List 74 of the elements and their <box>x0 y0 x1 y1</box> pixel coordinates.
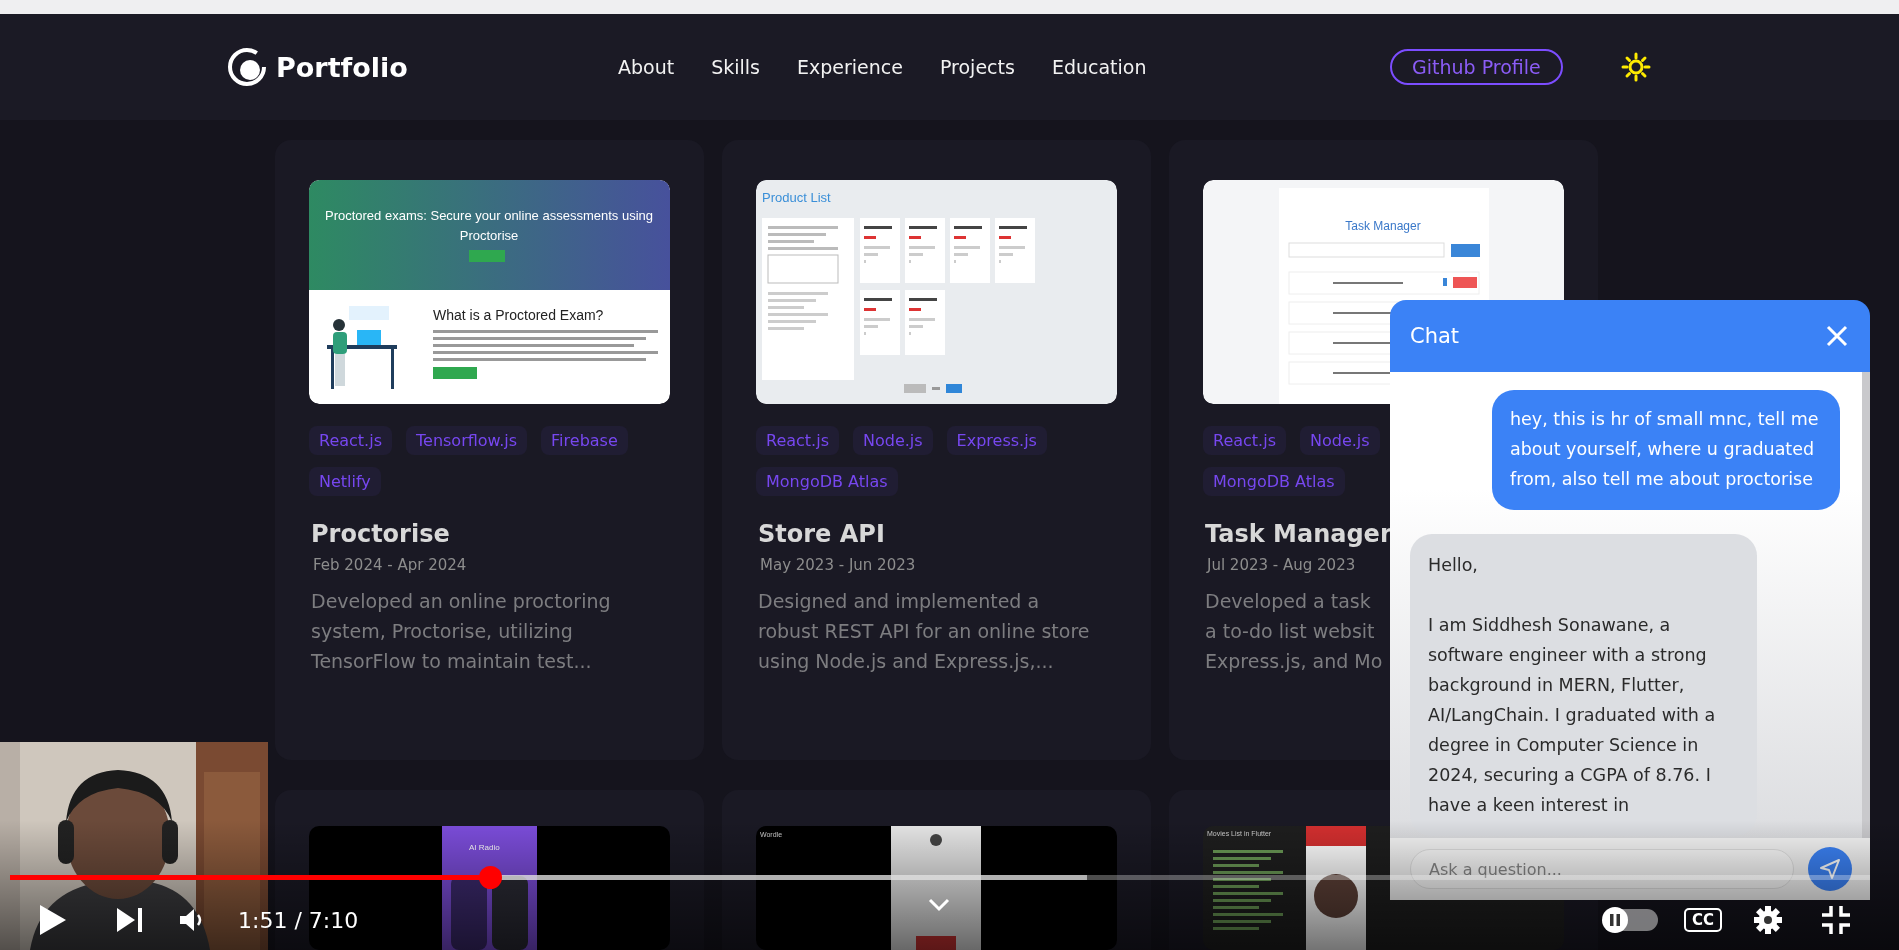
text-lines-drawing <box>864 318 890 335</box>
autoplay-toggle[interactable] <box>1604 909 1658 931</box>
nav-link[interactable]: Experience <box>797 56 903 78</box>
banner-heading: Proctorise <box>459 228 519 243</box>
tech-tag: Express.js <box>946 426 1047 455</box>
text-lines-drawing <box>864 246 890 263</box>
tech-tag: Firebase <box>541 426 628 455</box>
banner-heading: Proctored exams: Secure your online assessments using <box>325 208 653 223</box>
exit-fullscreen-button[interactable] <box>1822 906 1850 934</box>
tech-tag: MongoDB Atlas <box>1203 467 1345 496</box>
question-input[interactable]: Ask a question... <box>1410 849 1794 889</box>
app-title: AI Radio <box>469 843 500 852</box>
tech-tag: Tensorflow.js <box>406 426 528 455</box>
project-title: Proctorise <box>311 520 450 548</box>
project-dates: May 2023 - Jun 2023 <box>760 556 916 574</box>
page-heading: Product List <box>762 190 831 205</box>
github-profile-button[interactable]: Github Profile <box>1390 49 1563 85</box>
play-button[interactable] <box>40 905 66 935</box>
chat-title: Chat <box>1410 324 1460 348</box>
nav-link[interactable]: About <box>618 56 675 78</box>
play-icon <box>40 905 66 935</box>
project-dates: Jul 2023 - Aug 2023 <box>1207 556 1356 574</box>
nav-link[interactable]: Projects <box>939 56 1015 78</box>
project-description: Developed a task a to-do list websit Express.js, and Mo <box>1205 589 1383 674</box>
text-lines-drawing <box>954 226 982 229</box>
text-lines-drawing <box>999 226 1027 229</box>
text-lines-drawing <box>909 318 935 335</box>
result-banner <box>916 936 956 950</box>
captions-button[interactable]: CC <box>1684 908 1723 932</box>
tech-tag: Node.js <box>853 426 933 455</box>
tech-tag: Netlify <box>309 467 381 496</box>
video-time: 1:51 / 7:10 <box>238 907 359 933</box>
app-bar <box>1306 826 1366 846</box>
logo-icon <box>226 46 268 88</box>
text-lines-drawing <box>999 246 1025 263</box>
page-heading: Task Manager <box>1345 219 1421 233</box>
nav-link[interactable]: Skills <box>711 56 760 78</box>
tech-tag: React.js <box>309 426 392 455</box>
project-description: Designed and implemented a robust REST API for an online store using Node.js and Express.js,... <box>758 589 1090 674</box>
exit-fullscreen-icon <box>1822 906 1850 934</box>
next-button[interactable] <box>117 908 143 932</box>
project-dates: Feb 2024 - Apr 2024 <box>313 556 467 574</box>
section-heading: What is a Proctored Exam? <box>433 307 604 323</box>
round-icon <box>930 834 942 846</box>
send-icon <box>1819 858 1841 880</box>
settings-button[interactable] <box>1754 906 1782 934</box>
text-lines-drawing <box>768 226 838 250</box>
send-button[interactable] <box>1808 847 1852 891</box>
pagination-drawing <box>904 384 962 393</box>
sun-icon[interactable] <box>1620 52 1651 82</box>
pause-icon <box>1609 914 1621 926</box>
settings-icon <box>1754 906 1782 934</box>
text-lines-drawing <box>909 226 937 229</box>
text-lines-drawing <box>864 298 892 301</box>
chevron-down-icon[interactable] <box>928 898 950 912</box>
tech-tag: React.js <box>756 426 839 455</box>
text-lines-drawing <box>864 226 892 229</box>
text-lines-drawing <box>768 292 828 330</box>
user-message: hey, this is hr of small mnc, tell me about yourself, where u graduated from, also tell me about proctorise <box>1492 390 1840 510</box>
project-title: Task Manager <box>1205 520 1392 548</box>
text-lines-drawing <box>909 246 935 263</box>
logo-text: Portfolio <box>276 51 408 83</box>
tech-tag: Node.js <box>1300 426 1380 455</box>
project-title: Store API <box>758 520 885 548</box>
next-icon <box>117 908 143 932</box>
text-lines-drawing <box>954 246 980 263</box>
close-button[interactable] <box>1826 325 1848 347</box>
poster-thumbnail <box>1314 874 1358 918</box>
text-lines-drawing <box>909 298 937 301</box>
tech-tag: React.js <box>1203 426 1286 455</box>
nav-link[interactable]: Education <box>1051 56 1147 78</box>
project-description: Developed an online proctoring system, Proctorise, utilizing TensorFlow to maintain test... <box>311 589 611 674</box>
tech-tag: MongoDB Atlas <box>756 467 898 496</box>
close-icon <box>1826 325 1848 347</box>
